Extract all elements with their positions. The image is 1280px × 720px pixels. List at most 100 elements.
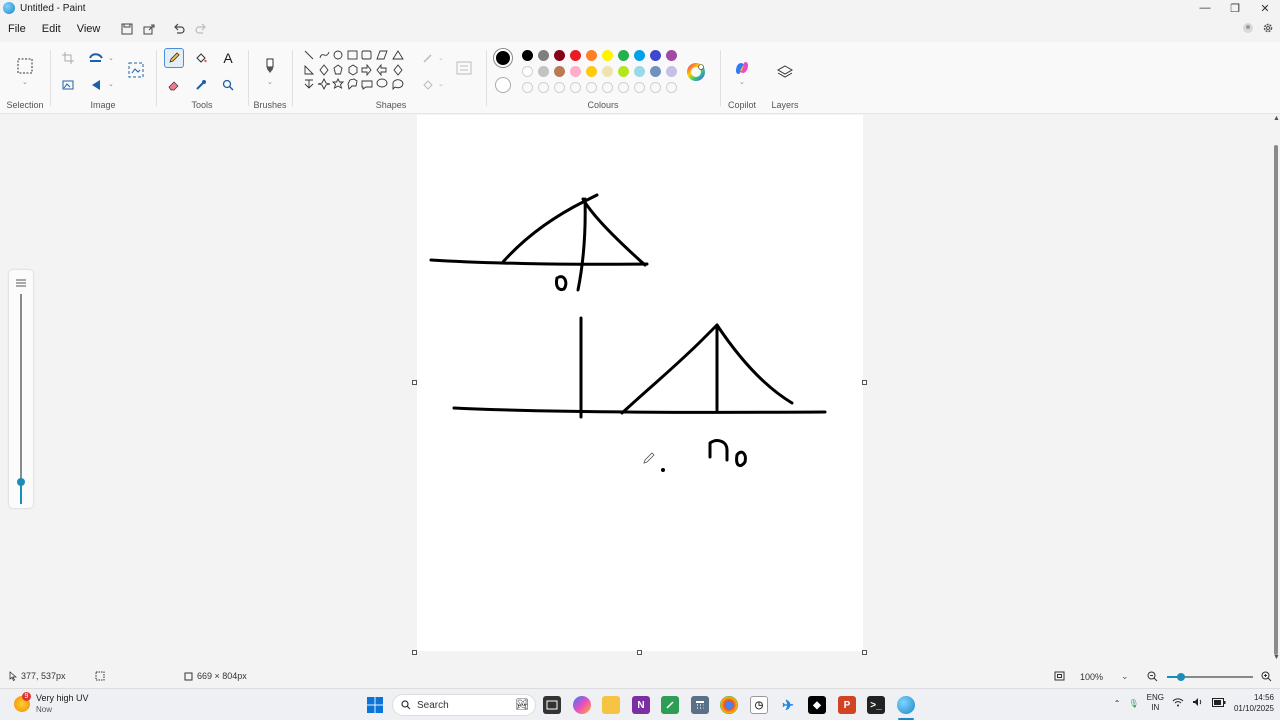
- notepad-icon[interactable]: [661, 696, 679, 714]
- drawing-canvas[interactable]: [417, 115, 863, 651]
- minimize-button[interactable]: —: [1190, 0, 1220, 16]
- onenote-icon[interactable]: N: [632, 696, 650, 714]
- settings-gear-icon[interactable]: [1262, 22, 1274, 37]
- restore-button[interactable]: ❐: [1220, 0, 1250, 16]
- zoom-in-icon[interactable]: [1261, 671, 1272, 682]
- palette-swatch[interactable]: [650, 50, 661, 61]
- zoom-chevron-down-icon[interactable]: ⌄: [1121, 671, 1129, 682]
- outline-icon[interactable]: [418, 48, 438, 68]
- image-effect-icon[interactable]: [58, 75, 78, 95]
- resize-icon[interactable]: [86, 48, 106, 68]
- crop-icon[interactable]: [58, 48, 78, 68]
- task-view-icon[interactable]: [543, 696, 561, 714]
- taskbar-search[interactable]: Search 🏞: [392, 694, 536, 716]
- edit-colours-icon[interactable]: [686, 62, 706, 82]
- palette-custom-slot[interactable]: [602, 82, 613, 93]
- powerpoint-icon[interactable]: P: [838, 696, 856, 714]
- volume-icon[interactable]: [1192, 697, 1204, 709]
- palette-swatch[interactable]: [602, 66, 613, 77]
- palette-swatch[interactable]: [618, 50, 629, 61]
- shapes-gallery-icon[interactable]: [302, 48, 412, 96]
- vscode-icon[interactable]: ✈: [779, 696, 797, 714]
- tray-chevron-up-icon[interactable]: ⌃: [1114, 699, 1121, 708]
- resize-handle-bottom[interactable]: [637, 650, 642, 655]
- app-black-icon[interactable]: ◆: [808, 696, 826, 714]
- file-explorer-icon[interactable]: [602, 696, 620, 714]
- vertical-scrollbar[interactable]: ▲ ▼: [1272, 115, 1280, 667]
- fill-bucket-icon[interactable]: [191, 48, 211, 68]
- palette-swatch[interactable]: [522, 66, 533, 77]
- palette-swatch[interactable]: [586, 66, 597, 77]
- language-indicator[interactable]: ENG IN: [1147, 693, 1164, 713]
- undo-icon[interactable]: [168, 18, 190, 40]
- palette-custom-slot[interactable]: [650, 82, 661, 93]
- secondary-color-swatch[interactable]: [495, 77, 511, 93]
- image-select-icon[interactable]: [126, 60, 146, 80]
- palette-swatch[interactable]: [666, 50, 677, 61]
- primary-color-swatch[interactable]: [494, 49, 512, 67]
- eraser-icon[interactable]: [164, 75, 184, 95]
- scroll-down-icon[interactable]: ▼: [1273, 654, 1280, 661]
- menu-file[interactable]: File: [0, 18, 34, 40]
- palette-swatch[interactable]: [666, 66, 677, 77]
- palette-swatch[interactable]: [522, 50, 533, 61]
- magnifier-icon[interactable]: [218, 75, 238, 95]
- palette-custom-slot[interactable]: [554, 82, 565, 93]
- resize-handle-left[interactable]: [412, 380, 417, 385]
- wifi-icon[interactable]: [1172, 697, 1184, 709]
- fit-to-window-icon[interactable]: [1054, 671, 1065, 681]
- menu-view[interactable]: View: [69, 18, 109, 40]
- palette-swatch[interactable]: [570, 50, 581, 61]
- brush-size-slider-thumb[interactable]: [17, 478, 25, 486]
- palette-swatch[interactable]: [650, 66, 661, 77]
- palette-swatch[interactable]: [634, 66, 645, 77]
- palette-swatch[interactable]: [538, 66, 549, 77]
- calculator-icon[interactable]: [691, 696, 709, 714]
- text-tool-icon[interactable]: A: [218, 48, 238, 68]
- clock[interactable]: 14:56 01/10/2025: [1234, 692, 1274, 714]
- zoom-out-icon[interactable]: [1147, 671, 1158, 682]
- copilot-icon[interactable]: [732, 58, 752, 78]
- brush-icon[interactable]: [260, 56, 280, 76]
- scrollbar-thumb[interactable]: [1274, 145, 1278, 655]
- layers-icon[interactable]: [775, 62, 795, 82]
- zoom-slider-thumb[interactable]: [1177, 673, 1185, 681]
- microphone-icon[interactable]: 🎙: [1128, 699, 1138, 708]
- palette-swatch[interactable]: [554, 50, 565, 61]
- palette-swatch[interactable]: [634, 50, 645, 61]
- terminal-icon[interactable]: >_: [867, 696, 885, 714]
- copilot-taskbar-icon[interactable]: [573, 696, 591, 714]
- shape-style-icon[interactable]: [454, 58, 474, 78]
- paint-taskbar-icon[interactable]: [897, 696, 915, 714]
- resize-handle-right[interactable]: [862, 380, 867, 385]
- chrome-icon[interactable]: [720, 696, 738, 714]
- scroll-up-icon[interactable]: ▲: [1273, 115, 1280, 122]
- windows-start-icon[interactable]: [366, 696, 384, 714]
- battery-icon[interactable]: [1211, 697, 1226, 709]
- brush-size-track[interactable]: [20, 294, 22, 504]
- palette-custom-slot[interactable]: [634, 82, 645, 93]
- pencil-icon[interactable]: [164, 48, 184, 68]
- fill-icon[interactable]: [418, 75, 438, 95]
- palette-swatch[interactable]: [618, 66, 629, 77]
- weather-widget[interactable]: 9 Very high UV Now: [14, 692, 89, 715]
- clock-app-icon[interactable]: ◷: [750, 696, 768, 714]
- palette-custom-slot[interactable]: [522, 82, 533, 93]
- account-icon[interactable]: [1242, 22, 1254, 37]
- resize-handle-bottom-right[interactable]: [862, 650, 867, 655]
- palette-custom-slot[interactable]: [666, 82, 677, 93]
- rotate-icon[interactable]: [86, 75, 106, 95]
- palette-custom-slot[interactable]: [570, 82, 581, 93]
- palette-swatch[interactable]: [570, 66, 581, 77]
- color-picker-icon[interactable]: [191, 75, 211, 95]
- palette-custom-slot[interactable]: [538, 82, 549, 93]
- save-icon[interactable]: [116, 18, 138, 40]
- close-button[interactable]: ✕: [1250, 0, 1280, 16]
- palette-custom-slot[interactable]: [618, 82, 629, 93]
- palette-swatch[interactable]: [586, 50, 597, 61]
- palette-swatch[interactable]: [554, 66, 565, 77]
- redo-icon[interactable]: [190, 18, 212, 40]
- menu-edit[interactable]: Edit: [34, 18, 69, 40]
- palette-custom-slot[interactable]: [586, 82, 597, 93]
- share-icon[interactable]: [138, 18, 160, 40]
